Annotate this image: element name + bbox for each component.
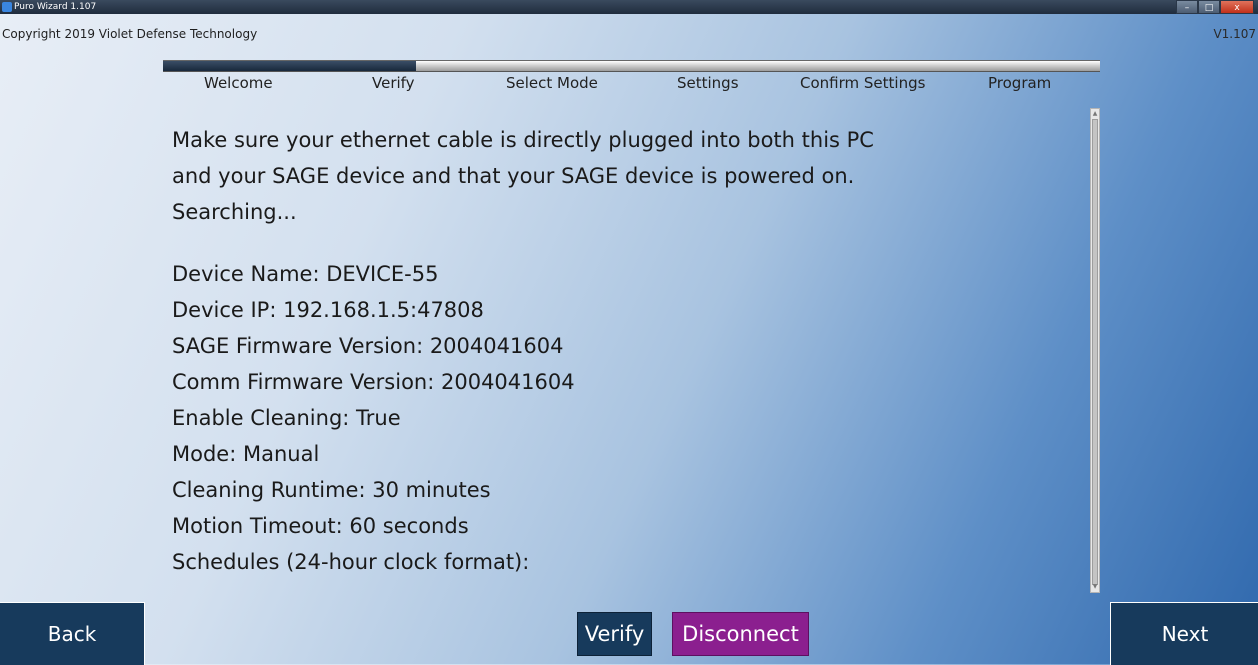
content-scrollbar[interactable]: ▲ ▼: [1090, 108, 1100, 593]
minimize-button[interactable]: –: [1176, 0, 1198, 14]
window-controls: – □ x: [1176, 0, 1254, 14]
step-confirm-settings: Confirm Settings: [800, 74, 926, 92]
step-welcome: Welcome: [204, 74, 273, 92]
progress-fill: [163, 61, 416, 71]
device-ip: Device IP: 192.168.1.5:47808: [172, 298, 484, 322]
comm-firmware-version: Comm Firmware Version: 2004041604: [172, 370, 575, 394]
back-button[interactable]: Back: [0, 602, 145, 665]
search-status: Searching...: [172, 200, 297, 224]
disconnect-button[interactable]: Disconnect: [672, 612, 809, 656]
version-label: V1.107: [1213, 27, 1256, 41]
scroll-up-icon[interactable]: ▲: [1092, 110, 1098, 118]
app-icon: [2, 2, 12, 12]
window-title: Puro Wizard 1.107: [14, 2, 97, 12]
device-name: Device Name: DEVICE-55: [172, 262, 439, 286]
scroll-down-icon[interactable]: ▼: [1092, 583, 1098, 591]
verify-button[interactable]: Verify: [577, 612, 652, 656]
next-button[interactable]: Next: [1110, 602, 1258, 665]
schedules-heading: Schedules (24-hour clock format):: [172, 550, 530, 574]
mode: Mode: Manual: [172, 442, 320, 466]
step-verify: Verify: [372, 74, 415, 92]
copyright-text: Copyright 2019 Violet Defense Technology: [2, 27, 258, 41]
title-bar: Puro Wizard 1.107 – □ x: [0, 0, 1258, 14]
sage-firmware-version: SAGE Firmware Version: 2004041604: [172, 334, 564, 358]
instruction-line-1: Make sure your ethernet cable is directl…: [172, 128, 874, 152]
motion-timeout: Motion Timeout: 60 seconds: [172, 514, 469, 538]
enable-cleaning: Enable Cleaning: True: [172, 406, 401, 430]
wizard-progress-bar: [163, 60, 1100, 72]
step-settings: Settings: [677, 74, 739, 92]
instruction-line-2: and your SAGE device and that your SAGE …: [172, 164, 855, 188]
step-select-mode: Select Mode: [506, 74, 598, 92]
step-program: Program: [988, 74, 1052, 92]
cleaning-runtime: Cleaning Runtime: 30 minutes: [172, 478, 491, 502]
close-button[interactable]: x: [1220, 0, 1254, 14]
verify-content: Make sure your ethernet cable is directl…: [172, 122, 1072, 580]
maximize-button[interactable]: □: [1198, 0, 1220, 14]
scrollbar-thumb[interactable]: [1092, 119, 1098, 585]
